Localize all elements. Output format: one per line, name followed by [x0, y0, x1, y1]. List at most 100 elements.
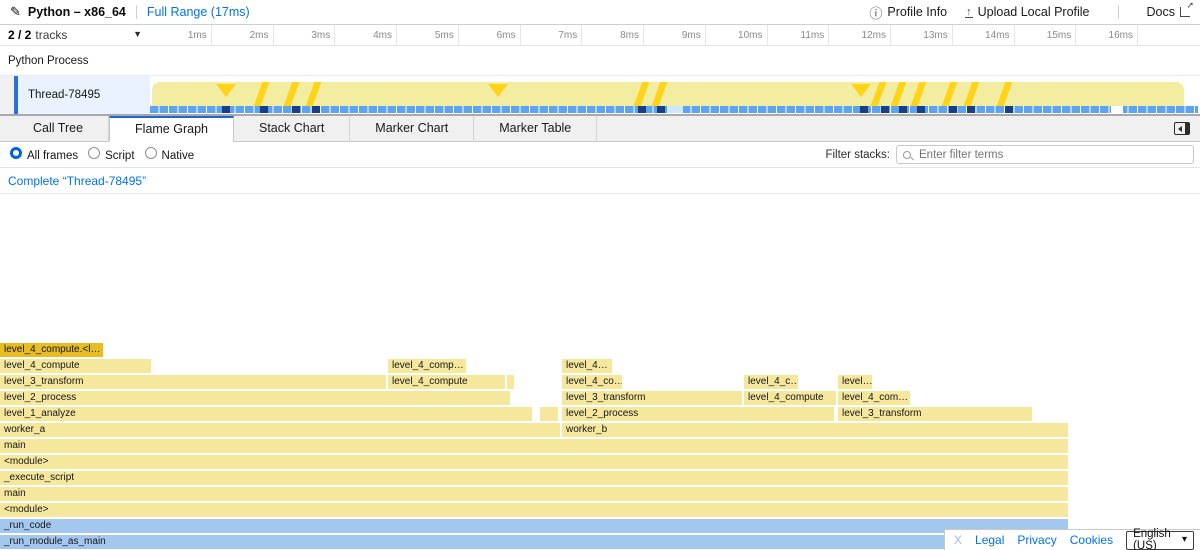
thread-track-label: Thread-78495 — [28, 89, 100, 101]
flame-box[interactable]: worker_b — [562, 423, 1068, 437]
tabs: Call TreeFlame GraphStack ChartMarker Ch… — [8, 116, 597, 142]
radio-all-frames[interactable] — [10, 147, 22, 159]
divider — [1118, 5, 1119, 19]
tracks-count: 2 / 2 — [8, 28, 31, 42]
timeline-ruler: 2 / 2 tracks ▼ 1ms2ms3ms4ms5ms6ms7ms8ms9… — [0, 25, 1200, 46]
tracks-dropdown-icon[interactable]: ▼ — [133, 29, 142, 39]
time-tick-label: 5ms — [397, 25, 459, 45]
footer-link-legal[interactable]: Legal — [975, 533, 1004, 547]
time-tick-label: 8ms — [582, 25, 644, 45]
flame-box[interactable]: level_4_com… — [838, 391, 910, 405]
time-tick-label: 3ms — [274, 25, 336, 45]
radio-label[interactable]: Script — [105, 150, 134, 162]
cpu-busy-segment — [949, 106, 957, 113]
interval-marker — [996, 82, 1013, 106]
time-ticks: 1ms2ms3ms4ms5ms6ms7ms8ms9ms10ms11ms12ms1… — [150, 25, 1200, 45]
interval-marker — [633, 82, 650, 106]
flame-box[interactable]: level_1_analyze — [0, 407, 532, 421]
breadcrumb[interactable]: Complete “Thread-78495” — [0, 174, 146, 188]
flame-box[interactable] — [507, 375, 514, 389]
divider — [136, 5, 137, 19]
radio-script[interactable] — [88, 147, 100, 159]
cpu-busy-segment — [292, 106, 300, 113]
full-range-link[interactable]: Full Range (17ms) — [147, 5, 250, 19]
chevron-down-icon: ▾ — [1182, 534, 1187, 545]
time-tick-label: 12ms — [829, 25, 891, 45]
interval-marker — [651, 82, 668, 106]
marker-band[interactable] — [152, 82, 1184, 106]
time-tick-label: 6ms — [459, 25, 521, 45]
profile-info-button[interactable]: ⓘ Profile Info — [869, 3, 947, 22]
time-tick-label: 15ms — [1015, 25, 1077, 45]
time-tick-label: 10ms — [706, 25, 768, 45]
flame-box[interactable]: <module> — [0, 455, 1068, 469]
flame-box[interactable]: level_4_compute — [0, 359, 151, 373]
flame-box[interactable]: level_3_transform — [838, 407, 1032, 421]
upload-label: Upload Local Profile — [978, 5, 1090, 19]
tab-stack-chart[interactable]: Stack Chart — [234, 116, 350, 142]
flame-box[interactable]: level_2_process — [0, 391, 510, 405]
cpu-busy-segment — [881, 106, 889, 113]
interval-marker — [941, 82, 958, 106]
flame-box[interactable]: _run_code — [0, 519, 1068, 533]
docs-button[interactable]: Docs — [1147, 5, 1190, 19]
flame-box[interactable] — [540, 407, 558, 421]
flame-box[interactable]: _execute_script — [0, 471, 1068, 485]
flame-box[interactable]: level_4_compute — [388, 375, 505, 389]
flame-box[interactable]: worker_a — [0, 423, 560, 437]
time-tick-label: 1ms — [150, 25, 212, 45]
cpu-busy-segment — [260, 106, 268, 113]
edit-pencil-icon[interactable]: ✎ — [10, 4, 21, 20]
flame-box[interactable]: level_3_transform — [0, 375, 386, 389]
cpu-activity-bar[interactable] — [150, 106, 1198, 113]
tab-flame-graph[interactable]: Flame Graph — [109, 116, 234, 142]
gc-triangle-marker — [851, 84, 871, 97]
flame-toolbar: All frames Script Native Filter stacks: — [0, 142, 1200, 168]
upload-profile-button[interactable]: ↑ Upload Local Profile — [965, 5, 1089, 19]
gc-triangle-marker — [488, 84, 508, 97]
flame-box[interactable]: level_4_compute.<l… — [0, 343, 103, 357]
flame-box[interactable]: level_3_transform — [562, 391, 742, 405]
cpu-gap — [1111, 106, 1123, 113]
language-select[interactable]: English (US) ▾ — [1126, 531, 1194, 550]
external-link-icon — [1180, 7, 1190, 17]
footer-link-x[interactable]: X — [954, 533, 962, 547]
tab-marker-chart[interactable]: Marker Chart — [350, 116, 474, 142]
radio-native[interactable] — [145, 147, 157, 159]
search-icon — [903, 151, 911, 159]
time-tick-label: 11ms — [768, 25, 830, 45]
time-tick-label: 7ms — [521, 25, 583, 45]
tab-marker-table[interactable]: Marker Table — [474, 116, 597, 142]
radio-label[interactable]: Native — [162, 150, 195, 162]
filter-stacks-label: Filter stacks: — [825, 149, 890, 161]
thread-track-row[interactable]: Thread-78495 — [0, 76, 1200, 114]
flame-box[interactable]: level_4_co… — [562, 375, 622, 389]
interval-marker — [890, 82, 907, 106]
filter-stacks-input[interactable] — [896, 145, 1194, 164]
sidebar-toggle-icon[interactable] — [1174, 122, 1190, 135]
flame-box[interactable]: _run_module_as_main — [0, 535, 1068, 549]
footer-link-cookies[interactable]: Cookies — [1070, 533, 1113, 547]
time-tick-label: 2ms — [212, 25, 274, 45]
flame-box[interactable]: level_4_compute — [744, 391, 836, 405]
flame-box[interactable]: level… — [838, 375, 872, 389]
flame-box[interactable]: main — [0, 439, 1068, 453]
flame-box[interactable]: main — [0, 487, 1068, 501]
cpu-busy-segment — [638, 106, 646, 113]
radio-label[interactable]: All frames — [27, 150, 78, 162]
cpu-busy-segment — [222, 106, 230, 113]
frame-filter-radios: All frames Script Native — [0, 147, 194, 162]
flame-box[interactable]: level_4_comp… — [388, 359, 466, 373]
tracks-word: tracks — [35, 28, 67, 42]
footer-link-privacy[interactable]: Privacy — [1017, 533, 1056, 547]
info-icon: ⓘ — [869, 3, 882, 22]
cpu-busy-segment — [1005, 106, 1013, 113]
thread-track-label-cell[interactable]: Thread-78495 — [0, 76, 150, 114]
flame-box[interactable]: level_2_process — [562, 407, 834, 421]
flame-box[interactable]: level_4… — [562, 359, 612, 373]
flame-box[interactable]: level_4_c… — [744, 375, 798, 389]
tab-call-tree[interactable]: Call Tree — [8, 116, 109, 142]
process-track-row[interactable]: Python Process — [0, 46, 1200, 76]
thread-track-canvas[interactable] — [150, 76, 1200, 114]
flame-box[interactable]: <module> — [0, 503, 1068, 517]
